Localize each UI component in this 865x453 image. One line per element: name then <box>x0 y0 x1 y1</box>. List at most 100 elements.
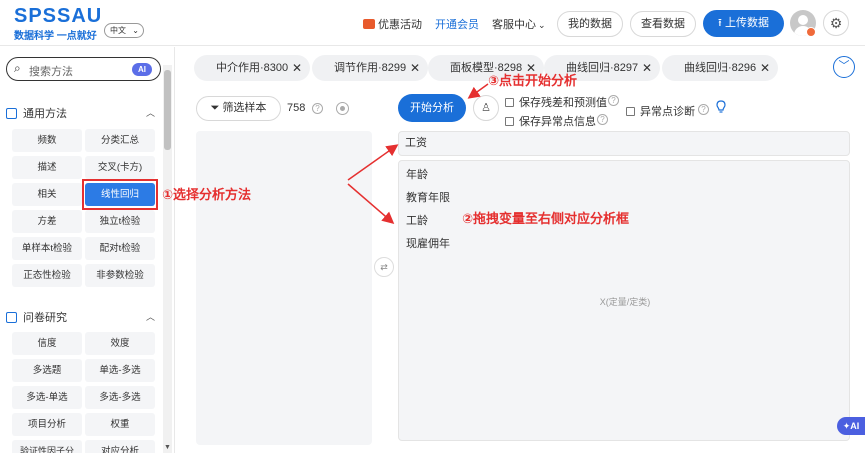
x-box-placeholder: X(定量/定类) <box>599 297 651 307</box>
chevron-up-icon[interactable]: ︿ <box>146 106 155 119</box>
variable-list-panel[interactable] <box>196 131 372 445</box>
tab-history[interactable]: 曲线回归·8296 ✕ <box>662 55 778 81</box>
checkbox-outlier-diagnosis[interactable]: 异常点诊断 <box>626 103 695 119</box>
chevron-down-icon[interactable]: ﹀ <box>833 56 855 78</box>
lightbulb-icon[interactable] <box>716 100 726 114</box>
annotation-step-3: ③点击开始分析 <box>488 74 578 89</box>
service-menu[interactable]: 客服中心 ⌄ <box>492 16 546 32</box>
help-icon[interactable]: ? <box>312 103 323 114</box>
help-icon[interactable]: ? <box>608 95 619 106</box>
method-single-multi[interactable]: 单选-多选 <box>85 359 155 382</box>
gear-icon[interactable]: ⚙ <box>823 10 849 36</box>
folder-icon <box>6 108 17 119</box>
target-icon[interactable] <box>336 102 349 115</box>
logo[interactable]: SPSSAU 数据科学 一点就好 <box>14 6 102 42</box>
checkbox-box[interactable] <box>505 98 514 107</box>
tab-label: 曲线回归·8296 <box>684 62 757 74</box>
my-data-button[interactable]: 我的数据 <box>557 11 623 37</box>
ai-search-badge[interactable]: AI <box>132 63 152 76</box>
filter-label: 筛选样本 <box>222 102 267 114</box>
tab-history[interactable]: 中介作用·8300 ✕ <box>194 55 310 81</box>
x-variable[interactable]: 现雇佣年 <box>406 235 450 251</box>
sidebar-scrollbar[interactable]: ▼ <box>163 65 172 453</box>
y-variable[interactable]: 工资 <box>405 137 427 149</box>
view-data-button[interactable]: 查看数据 <box>630 11 696 37</box>
upload-data-button[interactable]: ⭱ 上传数据 <box>703 10 784 37</box>
method-item-analysis[interactable]: 项目分析 <box>12 413 82 436</box>
method-independent-t-test[interactable]: 独立t检验 <box>85 210 155 233</box>
start-analysis-button[interactable]: 开始分析 <box>398 94 466 122</box>
checkbox-label: 保存残差和预测值 <box>519 97 607 109</box>
gift-icon <box>363 19 375 29</box>
method-anova[interactable]: 方差 <box>12 210 82 233</box>
method-paired-t-test[interactable]: 配对t检验 <box>85 237 155 260</box>
x-variable[interactable]: 教育年限 <box>406 189 450 205</box>
promo-label: 优惠活动 <box>378 19 422 31</box>
close-icon[interactable]: ✕ <box>760 55 770 81</box>
section-questionnaire[interactable]: 问卷研究 <box>6 309 67 325</box>
filter-sample-button[interactable]: ⏷ 筛选样本 <box>196 96 281 121</box>
checkbox-box[interactable] <box>505 117 514 126</box>
avatar-badge <box>806 27 816 37</box>
method-frequency[interactable]: 频数 <box>12 129 82 152</box>
highlight-box <box>82 179 158 210</box>
language-label: 中文 <box>110 26 126 35</box>
section-general-methods[interactable]: 通用方法 <box>6 105 67 121</box>
upload-icon: ⭱ <box>718 17 722 29</box>
chevron-down-icon: ⌄ <box>538 20 546 30</box>
help-icon[interactable]: ? <box>698 104 709 115</box>
upload-label: 上传数据 <box>724 17 769 29</box>
checkbox-label: 保存异常点信息 <box>519 116 596 128</box>
language-select[interactable]: 中文 ⌄ <box>104 23 144 38</box>
method-weight[interactable]: 权重 <box>85 413 155 436</box>
promo-link[interactable]: 优惠活动 <box>363 16 422 32</box>
method-crosstab[interactable]: 交叉(卡方) <box>85 156 155 179</box>
ai-label: AI <box>850 421 860 431</box>
top-navbar: SPSSAU 数据科学 一点就好 中文 ⌄ 优惠活动 开通会员 客服中心 ⌄ 我的数… <box>0 0 865 46</box>
search-icon: ⌕ <box>14 61 21 75</box>
tab-history[interactable]: 调节作用·8299 ✕ <box>312 55 428 81</box>
ai-assistant-button[interactable]: ✦AI <box>837 417 865 435</box>
annotation-step-1: ①选择分析方法 <box>162 188 252 203</box>
checkbox-box[interactable] <box>626 107 635 116</box>
annotation-step-2: ②拖拽变量至右侧对应分析框 <box>462 212 630 227</box>
x-variable-box[interactable]: 年龄 教育年限 工龄 现雇佣年 X(定量/定类) <box>398 160 850 441</box>
scroll-thumb[interactable] <box>164 70 171 150</box>
help-icon[interactable]: ? <box>597 114 608 125</box>
x-variable[interactable]: 工龄 <box>406 212 428 228</box>
checkbox-save-residuals[interactable]: 保存残差和预测值 <box>505 94 607 110</box>
method-multiple-choice[interactable]: 多选题 <box>12 359 82 382</box>
x-variable[interactable]: 年龄 <box>406 166 428 182</box>
service-label: 客服中心 <box>492 19 536 31</box>
method-normality-test[interactable]: 正态性检验 <box>12 264 82 287</box>
method-multi-single[interactable]: 多选-单选 <box>12 386 82 409</box>
method-validity[interactable]: 效度 <box>85 332 155 355</box>
method-reliability[interactable]: 信度 <box>12 332 82 355</box>
logo-text: SPSSAU <box>14 5 103 27</box>
method-descriptive[interactable]: 描述 <box>12 156 82 179</box>
swap-icon[interactable]: ⇄ <box>374 257 394 277</box>
broom-icon[interactable]: ♙ <box>473 95 499 121</box>
filter-icon: ⏷ <box>210 102 220 114</box>
document-icon <box>6 312 17 323</box>
method-cfa[interactable]: 验证性因子分 <box>12 440 82 453</box>
close-icon[interactable]: ✕ <box>292 55 302 81</box>
analysis-workspace: 中介作用·8300 ✕ 调节作用·8299 ✕ 面板模型·8298 ✕ 曲线回归·82… <box>176 47 865 453</box>
search-placeholder: 搜索方法 <box>29 66 73 78</box>
y-variable-box[interactable]: 工资 <box>398 131 850 156</box>
method-multi-multi[interactable]: 多选-多选 <box>85 386 155 409</box>
method-correspondence[interactable]: 对应分析 <box>85 440 155 453</box>
method-nonparametric-test[interactable]: 非参数检验 <box>85 264 155 287</box>
checkbox-save-outliers[interactable]: 保存异常点信息 <box>505 113 596 129</box>
close-icon[interactable]: ✕ <box>410 55 420 81</box>
method-group-summary[interactable]: 分类汇总 <box>85 129 155 152</box>
logo-slogan: 数据科学 一点就好 <box>14 31 97 42</box>
method-correlation[interactable]: 相关 <box>12 183 82 206</box>
chevron-up-icon[interactable]: ︿ <box>146 310 155 323</box>
method-search-input[interactable]: ⌕ 搜索方法 AI <box>6 57 161 81</box>
sample-count: 758 <box>287 102 306 114</box>
close-icon[interactable]: ✕ <box>642 55 652 81</box>
vip-link[interactable]: 开通会员 <box>435 16 479 32</box>
method-one-sample-t-test[interactable]: 单样本t检验 <box>12 237 82 260</box>
scroll-down-icon[interactable]: ▼ <box>164 444 171 451</box>
